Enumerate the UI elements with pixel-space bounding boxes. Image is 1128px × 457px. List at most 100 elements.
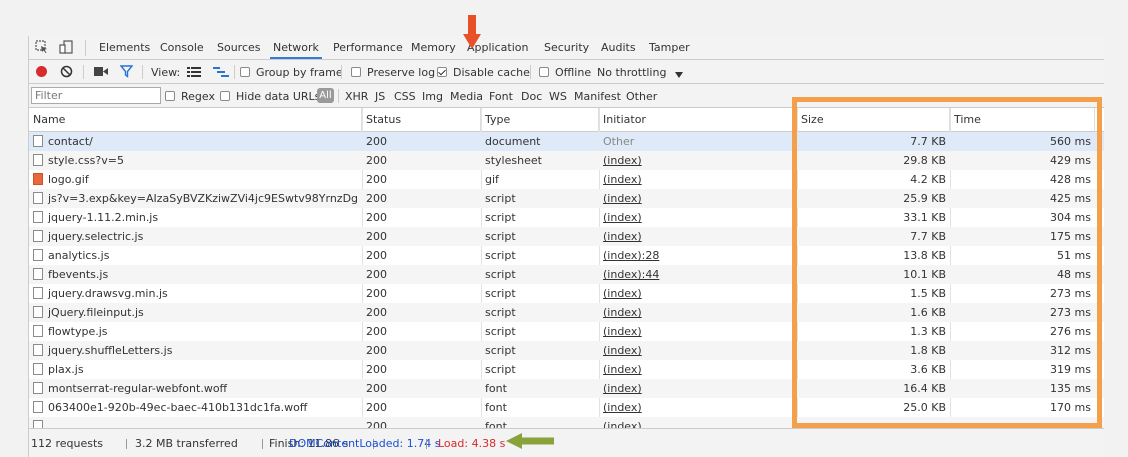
- table-row[interactable]: jquery.selectric.js 200 script (index) 7.7 K…: [29, 227, 1104, 246]
- cell-initiator[interactable]: (index):44: [603, 265, 793, 284]
- table-row[interactable]: 200 font (index): [29, 417, 1104, 428]
- cell-name: logo.gif: [33, 170, 358, 189]
- regex-checkbox[interactable]: Regex: [165, 90, 215, 103]
- cell-status: 200: [366, 322, 476, 341]
- cell-type: script: [485, 322, 595, 341]
- tab-sources[interactable]: Sources: [217, 41, 261, 54]
- table-row[interactable]: jquery.drawsvg.min.js 200 script (index) 1.5…: [29, 284, 1104, 303]
- cell-text: 273 ms: [1050, 306, 1091, 319]
- waterfall-overview-icon[interactable]: [213, 67, 229, 80]
- table-row[interactable]: jquery.shuffleLetters.js 200 script (index)…: [29, 341, 1104, 360]
- tab-console[interactable]: Console: [160, 41, 204, 54]
- cell-text: 1.8 KB: [910, 344, 946, 357]
- cell-initiator[interactable]: (index): [603, 398, 793, 417]
- cell-name: jQuery.fileinput.js: [33, 303, 358, 322]
- table-row[interactable]: montserrat-regular-webfont.woff 200 font (i…: [29, 379, 1104, 398]
- request-name: 063400e1-920b-49ec-baec-410b131dc1fa.wof…: [48, 401, 308, 414]
- cell-initiator[interactable]: (index): [603, 303, 793, 322]
- checkbox-box-checked[interactable]: [437, 67, 447, 77]
- checkbox-box[interactable]: [539, 67, 549, 77]
- checkbox-box[interactable]: [240, 67, 250, 77]
- cell-initiator[interactable]: (index): [603, 360, 793, 379]
- cell-initiator[interactable]: (index): [603, 284, 793, 303]
- table-row[interactable]: 063400e1-920b-49ec-baec-410b131dc1fa.wof…: [29, 398, 1104, 417]
- column-header-time[interactable]: Time: [950, 108, 1095, 132]
- table-row[interactable]: fbevents.js 200 script (index):44 10.1 KB 48 …: [29, 265, 1104, 284]
- preserve-log-checkbox[interactable]: Preserve log: [351, 66, 435, 79]
- disable-cache-checkbox[interactable]: Disable cache: [437, 66, 530, 79]
- screenshot-video-icon[interactable]: [94, 66, 108, 80]
- cell-initiator[interactable]: (index): [603, 379, 793, 398]
- filter-type-font[interactable]: Font: [489, 90, 513, 103]
- table-row[interactable]: js?v=3.exp&key=AIzaSyBVZKziwZVi4jc9ESwtv…: [29, 189, 1104, 208]
- cell-initiator[interactable]: (index): [603, 341, 793, 360]
- column-header-type[interactable]: Type: [481, 108, 599, 132]
- cell-initiator[interactable]: (index): [603, 322, 793, 341]
- column-header-name[interactable]: Name: [29, 108, 362, 132]
- record-icon[interactable]: [35, 65, 48, 81]
- cell-initiator[interactable]: (index): [603, 170, 793, 189]
- filter-type-ws[interactable]: WS: [549, 90, 567, 103]
- column-header-status[interactable]: Status: [362, 108, 481, 132]
- filter-type-all[interactable]: All: [317, 88, 334, 103]
- table-row[interactable]: flowtype.js 200 script (index) 1.3 KB 276 ms: [29, 322, 1104, 341]
- cell-type: script: [485, 246, 595, 265]
- device-toolbar-icon[interactable]: [59, 40, 73, 54]
- inspect-element-icon[interactable]: [35, 40, 49, 54]
- file-icon: [33, 135, 43, 147]
- throttling-select[interactable]: No throttling: [597, 66, 666, 79]
- cell-initiator[interactable]: (index): [603, 189, 793, 208]
- table-row[interactable]: plax.js 200 script (index) 3.6 KB 319 ms: [29, 360, 1104, 379]
- filter-type-manifest[interactable]: Manifest: [574, 90, 621, 103]
- table-row[interactable]: jQuery.fileinput.js 200 script (index) 1.6 K…: [29, 303, 1104, 322]
- tab-audits[interactable]: Audits: [601, 41, 636, 54]
- filter-funnel-icon[interactable]: [119, 65, 134, 81]
- filter-type-css[interactable]: CSS: [394, 90, 416, 103]
- group-by-frame-checkbox[interactable]: Group by frame: [240, 66, 343, 79]
- cell-size: 29.8 KB: [801, 151, 946, 170]
- hide-data-urls-checkbox[interactable]: Hide data URLs: [220, 90, 320, 103]
- cell-initiator[interactable]: (index): [603, 151, 793, 170]
- cell-size: 13.8 KB: [801, 246, 946, 265]
- filter-type-doc[interactable]: Doc: [521, 90, 542, 103]
- cell-initiator[interactable]: (index):28: [603, 246, 793, 265]
- request-name: flowtype.js: [48, 325, 108, 338]
- cell-name: contact/: [33, 132, 358, 151]
- cell-type: font: [485, 398, 595, 417]
- offline-checkbox[interactable]: Offline: [539, 66, 591, 79]
- cell-initiator[interactable]: (index): [603, 208, 793, 227]
- table-row[interactable]: jquery-1.11.2.min.js 200 script (index) 33.1…: [29, 208, 1104, 227]
- table-row[interactable]: contact/200 document Other 7.7 KB 560 ms: [29, 132, 1104, 151]
- checkbox-box[interactable]: [165, 91, 175, 101]
- tab-memory[interactable]: Memory: [411, 41, 456, 54]
- filter-type-media[interactable]: Media: [450, 90, 483, 103]
- file-icon: [33, 401, 43, 413]
- filter-type-xhr[interactable]: XHR: [345, 90, 368, 103]
- tab-network[interactable]: Network: [270, 41, 322, 59]
- filter-input[interactable]: [31, 87, 161, 104]
- column-header-initiator[interactable]: Initiator: [599, 108, 797, 132]
- filter-type-other[interactable]: Other: [626, 90, 657, 103]
- checkbox-box[interactable]: [220, 91, 230, 101]
- clear-icon[interactable]: [60, 65, 73, 81]
- large-rows-icon[interactable]: [187, 67, 201, 80]
- tab-performance[interactable]: Performance: [333, 41, 403, 54]
- tab-security[interactable]: Security: [544, 41, 589, 54]
- cell-initiator[interactable]: (index): [603, 227, 793, 246]
- tab-elements[interactable]: Elements: [99, 41, 150, 54]
- filter-type-js[interactable]: JS: [375, 90, 385, 103]
- table-row[interactable]: analytics.js 200 script (index):28 13.8 KB 51…: [29, 246, 1104, 265]
- offline-label: Offline: [555, 66, 592, 79]
- cell-type: script: [485, 265, 595, 284]
- cell-size: 1.6 KB: [801, 303, 946, 322]
- filter-type-img[interactable]: Img: [422, 90, 443, 103]
- chevron-down-icon[interactable]: [675, 68, 683, 81]
- table-row[interactable]: logo.gif 200 gif (index) 4.2 KB 428 ms: [29, 170, 1104, 189]
- checkbox-box[interactable]: [351, 67, 361, 77]
- cell-text: Other: [603, 135, 635, 148]
- cell-text: stylesheet: [485, 154, 542, 167]
- table-row[interactable]: style.css?v=5 200 stylesheet (index) 29.8 KB…: [29, 151, 1104, 170]
- column-header-size[interactable]: Size: [797, 108, 950, 132]
- tab-tamper[interactable]: Tamper: [649, 41, 690, 54]
- cell-initiator[interactable]: (index): [603, 417, 793, 428]
